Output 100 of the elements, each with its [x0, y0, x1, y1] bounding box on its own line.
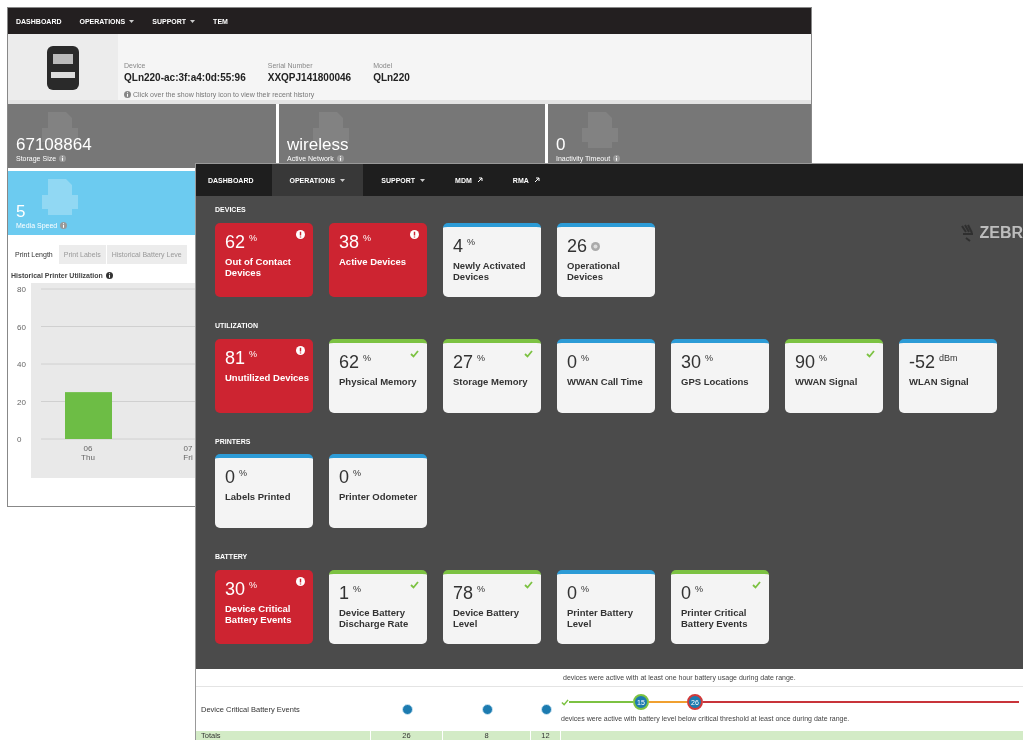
check-icon: [752, 581, 761, 589]
check-icon: [866, 349, 875, 358]
metric-tile[interactable]: 81 % Unutilized Devices: [215, 338, 313, 413]
metric-tile[interactable]: 0 % Printer Battery Level: [557, 570, 655, 644]
check-icon: [524, 581, 533, 589]
metric-value: 0: [681, 583, 691, 604]
metric-tile[interactable]: 26 Operational Devices: [557, 222, 655, 297]
metric-unit: %: [249, 232, 258, 243]
metric-tile[interactable]: 78 % Device Battery Level: [443, 570, 541, 644]
status-dot-icon: [401, 703, 413, 715]
info-icon: [105, 272, 113, 279]
metric-label: Printer Odometer: [339, 491, 419, 503]
metric-tile[interactable]: 0 % Labels Printed: [215, 454, 313, 529]
metric-unit: %: [467, 236, 476, 247]
metric-label: Printer Critical Battery Events: [681, 607, 749, 630]
caret-icon: [340, 178, 346, 182]
metric-label: Device Battery Level: [453, 607, 520, 630]
metric-label: Out of Contact Devices: [225, 255, 292, 279]
metric-value: -52: [909, 351, 935, 373]
metric-value: 0: [567, 583, 577, 604]
metric-value: 26: [567, 235, 588, 257]
metric-unit: %: [239, 468, 248, 479]
caret-icon: [190, 19, 196, 23]
metric-tile[interactable]: 30 % GPS Locations: [671, 338, 769, 413]
metric-label: Unutilized Devices: [225, 371, 310, 383]
axis-tick: 0: [17, 435, 22, 444]
metric-unit: %: [581, 584, 590, 594]
metric-label: Device Battery Discharge Rate: [339, 607, 410, 630]
metric-value: 78: [453, 583, 474, 604]
metric-tile[interactable]: 4 % Newly Activated Devices: [443, 222, 541, 297]
stat-value: wireless: [287, 135, 349, 155]
metric-value: 30: [225, 579, 246, 600]
caret-icon: [420, 178, 426, 182]
metric-value: 27: [453, 351, 474, 373]
metric-value: 62: [339, 351, 360, 373]
metric-tile[interactable]: 62 % Physical Memory: [329, 338, 427, 413]
status-dot-icon: [540, 703, 552, 715]
metric-value: 62: [225, 231, 246, 253]
metric-unit: %: [249, 348, 258, 359]
metric-tile[interactable]: 30 % Device Critical Battery Events: [215, 570, 313, 644]
metric-label: Newly Activated Devices: [453, 259, 527, 283]
metric-value: 30: [681, 351, 702, 373]
metric-tile[interactable]: 0 % WWAN Call Time: [557, 338, 655, 413]
metric-value: 90: [795, 351, 816, 373]
metric-label: Printer Battery Level: [567, 607, 634, 630]
metric-unit: %: [477, 352, 486, 363]
caret-icon: [129, 19, 135, 23]
metric-label: Operational Devices: [567, 259, 621, 283]
metric-label: Storage Memory: [453, 375, 529, 387]
metric-value: 0: [339, 467, 349, 489]
check-icon: [410, 581, 419, 589]
metric-label: GPS Locations: [681, 375, 750, 387]
info-icon: [59, 155, 67, 162]
metric-tile[interactable]: 38 % Active Devices: [329, 222, 427, 297]
metric-value: 1: [339, 583, 349, 604]
metric-unit: %: [353, 584, 362, 594]
field-value: XXQPJ141800046: [267, 72, 352, 83]
metric-tile[interactable]: 0 % Printer Odometer: [329, 454, 427, 529]
metric-label: Labels Printed: [225, 491, 292, 503]
axis-tick: 60: [17, 322, 26, 332]
external-link-icon: [533, 177, 540, 183]
metric-unit: %: [353, 468, 362, 479]
stat-value: 0: [556, 135, 566, 155]
metric-label: Active Devices: [339, 255, 408, 268]
metric-tile[interactable]: -52 dBm WLAN Signal: [899, 338, 997, 413]
external-link-icon: [476, 177, 483, 183]
metric-unit: dBm: [939, 352, 958, 363]
metric-tile[interactable]: 90 % WWAN Signal: [785, 338, 883, 413]
metric-unit: %: [363, 232, 372, 243]
metric-value: 0: [567, 351, 577, 373]
metric-unit: %: [249, 580, 258, 590]
metric-tile[interactable]: 0 % Printer Critical Battery Events: [671, 570, 769, 644]
stat-value: 67108864: [16, 135, 92, 155]
metric-label: Device Critical Battery Events: [225, 603, 293, 626]
axis-tick: 40: [17, 360, 26, 369]
metric-label: WLAN Signal: [909, 375, 970, 387]
metric-unit: %: [363, 352, 372, 363]
metric-unit: %: [581, 352, 590, 363]
stat-value: 5: [16, 202, 26, 222]
metric-value: 4: [453, 235, 463, 257]
metric-label: Physical Memory: [339, 375, 418, 387]
axis-label: 07 Fri: [183, 444, 193, 462]
info-icon: [124, 91, 131, 98]
field-value: QLn220-ac:3f:a4:0d:55:96: [124, 72, 246, 83]
check-icon: [524, 349, 533, 358]
info-icon: [60, 222, 68, 229]
metric-tile[interactable]: 1 % Device Battery Discharge Rate: [329, 570, 427, 644]
chart-bar: [65, 392, 112, 439]
logo-text: ZEBR: [979, 224, 1023, 242]
check-icon: [410, 349, 419, 358]
axis-tick: 20: [17, 397, 26, 407]
alert-icon: [296, 345, 305, 355]
metric-unit: %: [477, 584, 486, 594]
metric-value: 0: [225, 467, 235, 489]
metric-tile[interactable]: 62 % Out of Contact Devices: [215, 222, 313, 297]
axis-label: 06 Thu: [81, 444, 95, 462]
field-value: QLn220: [373, 72, 410, 83]
metric-tile[interactable]: 27 % Storage Memory: [443, 338, 541, 413]
alert-icon: [296, 229, 305, 239]
alert-icon: [296, 577, 305, 586]
